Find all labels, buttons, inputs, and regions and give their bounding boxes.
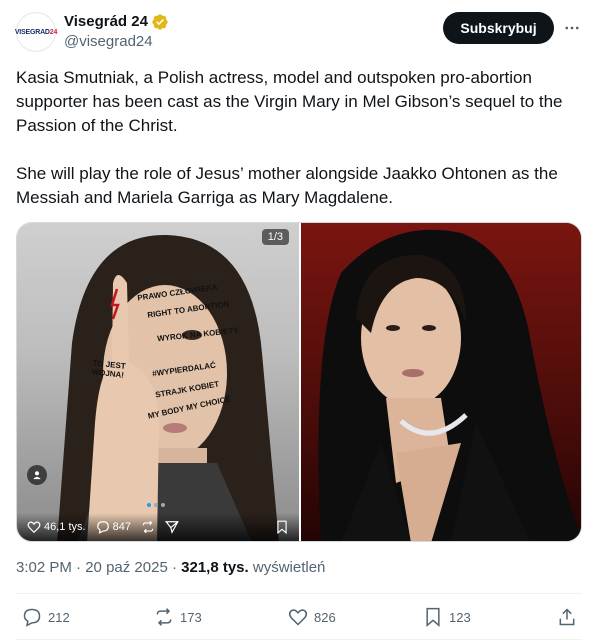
image-text-5: STRAJK KOBIET bbox=[154, 379, 220, 400]
like-button[interactable]: 826 bbox=[288, 607, 336, 627]
repost-button[interactable]: 173 bbox=[154, 607, 202, 627]
display-name[interactable]: Visegrád 24 bbox=[64, 12, 148, 32]
repost-icon bbox=[156, 608, 172, 626]
share-icon bbox=[559, 608, 575, 626]
divider-bottom bbox=[16, 639, 582, 640]
user-icon bbox=[33, 471, 41, 480]
display-name-row: Visegrád 24 bbox=[64, 12, 169, 32]
embedded-like-count: 46,1 tys. bbox=[44, 521, 86, 533]
carousel-dot bbox=[154, 503, 158, 507]
image-text-1: PRAWO CZŁOWIEKA bbox=[136, 282, 219, 303]
bookmark-button[interactable]: 123 bbox=[423, 607, 471, 627]
views-label: wyświetleń bbox=[252, 559, 326, 576]
tweet-timestamp: 3:02 PM · 20 paź 2025 · 321,8 tys. wyświ… bbox=[16, 559, 326, 576]
media-image-right[interactable] bbox=[301, 223, 581, 541]
image-text-4: #WYPIERDALAĆ bbox=[151, 360, 217, 379]
embedded-actions: 46,1 tys. 847 bbox=[17, 513, 299, 541]
heart-icon bbox=[288, 609, 308, 626]
tweet-text: Kasia Smutniak, a Polish actress, model … bbox=[16, 68, 563, 207]
share-button[interactable] bbox=[557, 607, 577, 627]
comment-icon bbox=[23, 608, 41, 627]
tweet-time[interactable]: 3:02 PM bbox=[16, 559, 72, 576]
actions-bar: 212 173 826 123 bbox=[16, 597, 582, 637]
image-text-7: TO JEST WOJNA! bbox=[91, 358, 127, 380]
image-text-3: WYROK NA KOBIETY bbox=[156, 325, 240, 344]
like-count: 826 bbox=[314, 609, 336, 625]
avatar-text-red: 24 bbox=[49, 28, 58, 36]
embedded-like[interactable]: 46,1 tys. bbox=[27, 520, 86, 534]
media-image-left[interactable]: PRAWO CZŁOWIEKA RIGHT TO ABORTION WYROK … bbox=[17, 223, 299, 541]
embedded-reply-count: 847 bbox=[112, 521, 131, 533]
reply-button[interactable]: 212 bbox=[22, 607, 70, 627]
carousel-dots bbox=[147, 503, 165, 507]
reply-count: 212 bbox=[48, 609, 70, 625]
heart-icon bbox=[27, 521, 41, 534]
views-count: 321,8 tys. bbox=[181, 559, 249, 576]
bookmark-icon bbox=[426, 607, 440, 627]
media-counter: 1/3 bbox=[261, 229, 289, 245]
carousel-dot bbox=[161, 503, 165, 507]
repost-count: 173 bbox=[180, 609, 202, 625]
more-icon bbox=[565, 26, 579, 30]
image-text-2: RIGHT TO ABORTION bbox=[146, 299, 230, 320]
tweet-date[interactable]: 20 paź 2025 bbox=[85, 559, 168, 576]
verified-badge-icon[interactable] bbox=[151, 13, 169, 31]
handle[interactable]: @visegrad24 bbox=[64, 32, 169, 52]
left-image-text-overlay: PRAWO CZŁOWIEKA RIGHT TO ABORTION WYROK … bbox=[17, 223, 299, 541]
more-options-button[interactable] bbox=[560, 16, 584, 40]
divider-top bbox=[16, 593, 582, 594]
repost-icon[interactable] bbox=[141, 520, 155, 534]
embedded-reply[interactable]: 847 bbox=[96, 520, 131, 534]
tweet-header: VISEGRAD 24 Visegrád 24 @visegrad24 Subsk… bbox=[0, 0, 598, 62]
right-photo-illustration bbox=[301, 223, 581, 541]
media-grid: PRAWO CZŁOWIEKA RIGHT TO ABORTION WYROK … bbox=[16, 222, 582, 542]
author-block: Visegrád 24 @visegrad24 bbox=[64, 12, 169, 52]
subscribe-button[interactable]: Subskrybuj bbox=[443, 12, 554, 44]
carousel-dot bbox=[147, 503, 151, 507]
send-icon[interactable] bbox=[164, 520, 179, 534]
comment-icon bbox=[96, 521, 109, 534]
avatar[interactable]: VISEGRAD 24 bbox=[14, 12, 58, 52]
bookmark-count: 123 bbox=[449, 609, 471, 625]
avatar-text: VISEGRAD bbox=[14, 28, 50, 36]
save-icon[interactable] bbox=[275, 520, 289, 534]
tagged-user-button[interactable] bbox=[27, 465, 47, 485]
